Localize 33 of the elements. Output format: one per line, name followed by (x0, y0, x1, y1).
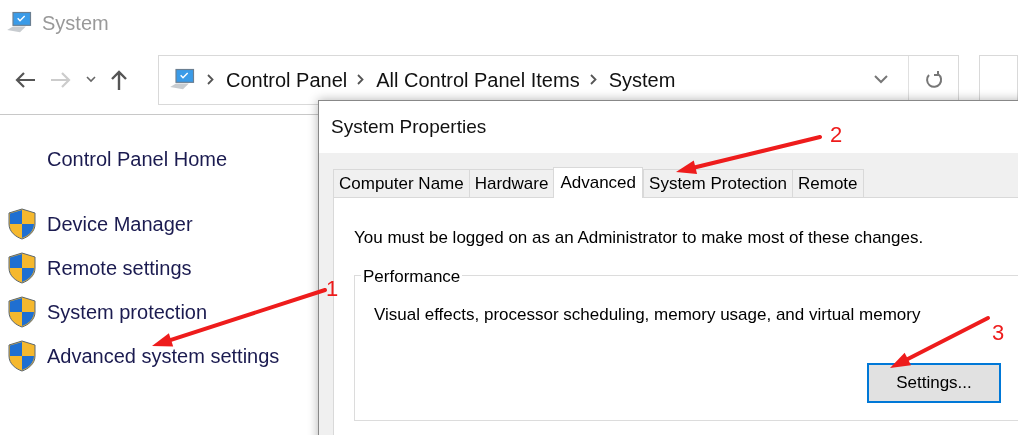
tab[interactable]: System Protection (643, 169, 792, 197)
performance-description: Visual effects, processor scheduling, memory usage, and virtual memory (374, 303, 922, 326)
sidebar-link[interactable]: Remote settings (47, 253, 192, 283)
chevron-right-icon (357, 74, 365, 85)
sidebar-link[interactable]: System protection (47, 297, 208, 327)
chevron-right-icon (589, 74, 597, 85)
shield-icon (8, 296, 36, 328)
up-arrow-icon[interactable] (110, 68, 128, 91)
chevron-right-icon (207, 74, 215, 85)
breadcrumb[interactable]: All Control Panel Items (376, 64, 580, 95)
sidebar-link[interactable]: Advanced system settings (47, 341, 280, 371)
shield-icon (8, 208, 36, 240)
tab[interactable]: Hardware (468, 169, 554, 197)
dialog-title: System Properties (331, 114, 487, 139)
chevron-down-icon[interactable] (86, 76, 96, 83)
chevron-down-icon[interactable] (874, 75, 888, 84)
back-arrow-icon[interactable] (14, 70, 36, 89)
breadcrumb[interactable]: System (608, 64, 676, 95)
refresh-icon[interactable] (924, 69, 943, 90)
tab[interactable]: Advanced (553, 167, 644, 198)
breadcrumb[interactable]: Control Panel (226, 64, 348, 95)
notice-text: You must be logged on as an Administrator to make most of these changes. (354, 227, 925, 249)
shield-icon (8, 252, 36, 284)
computer-icon (6, 10, 34, 35)
shield-icon (8, 340, 36, 372)
sidebar-link[interactable]: Device Manager (47, 209, 193, 239)
annotation-number: 3 (992, 322, 1005, 344)
annotation-number: 1 (326, 278, 339, 300)
settings-button[interactable]: Settings... (867, 363, 1001, 403)
tab[interactable]: Computer Name (333, 169, 469, 197)
tab[interactable]: Remote (792, 169, 864, 197)
annotation-number: 2 (830, 124, 843, 146)
window-title: System (42, 10, 109, 36)
